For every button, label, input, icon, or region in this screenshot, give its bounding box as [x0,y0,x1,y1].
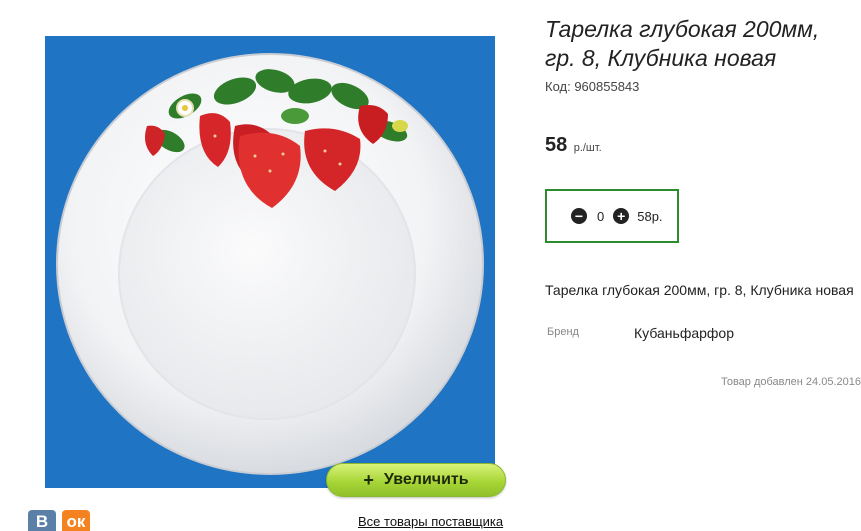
quantity-value: 0 [597,208,605,224]
cart-quantity-box: − 0 + 58р. [545,189,679,243]
plate-illustration [56,53,484,475]
plus-icon: + [363,469,374,490]
zoom-button-label: Увеличить [383,471,469,488]
added-date: Товар добавлен 24.05.2016 [720,376,861,388]
minus-circle-icon[interactable]: − [571,208,587,224]
cart-total: 58р. [637,208,663,224]
odnoklassniki-share-button[interactable]: ок [62,510,90,531]
odnoklassniki-icon: ок [66,512,86,531]
social-share: В ок [28,510,90,531]
product-code: Код: 960855843 [545,79,640,94]
product-price: 58 р./шт. [545,134,602,157]
product-title: Тарелка глубокая 200мм, гр. 8, Клубника … [545,16,820,71]
vk-share-button[interactable]: В [28,510,56,531]
product-image[interactable] [45,36,495,488]
product-page: + Увеличить В ок Все товары поставщика Т… [0,0,861,531]
product-description: Тарелка глубокая 200мм, гр. 8, Клубника … [545,282,854,298]
price-unit: р./шт. [573,142,602,154]
zoom-button[interactable]: + Увеличить [326,463,506,497]
price-amount: 58 [545,134,568,156]
plus-circle-icon[interactable]: + [613,208,630,224]
supplier-products-link[interactable]: Все товары поставщика [358,514,503,529]
vk-icon: В [35,512,49,531]
brand-label: Бренд [547,326,579,338]
brand-value: Кубаньфарфор [634,325,735,341]
